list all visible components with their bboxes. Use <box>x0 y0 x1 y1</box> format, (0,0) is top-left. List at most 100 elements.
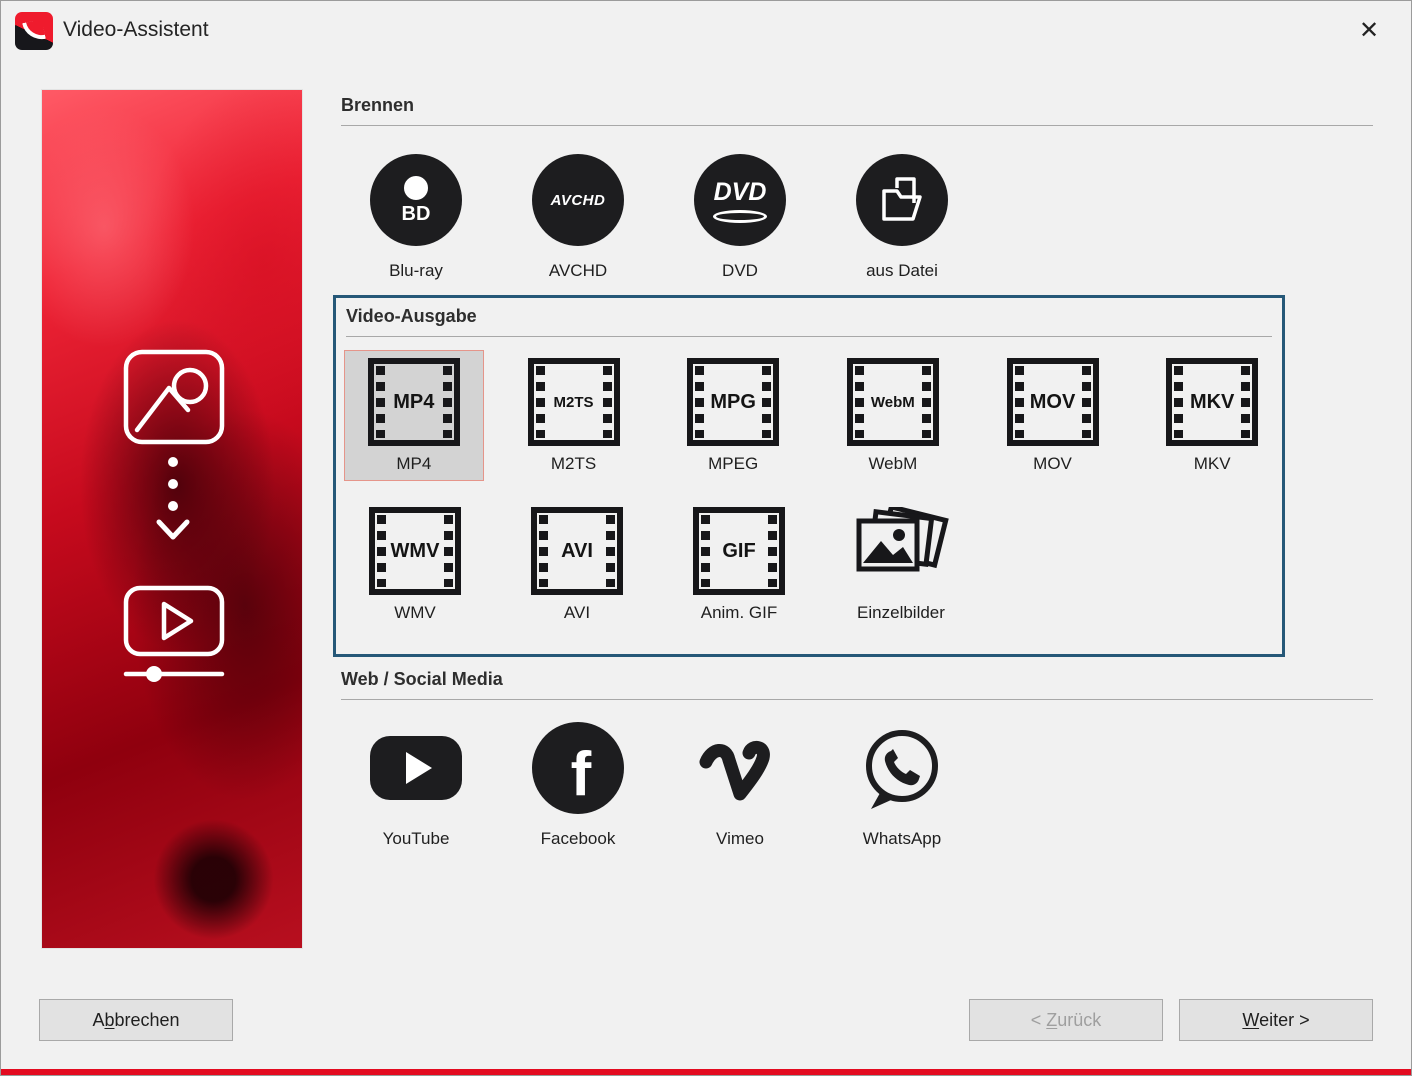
mkv-filmstrip-icon: MKV <box>1166 358 1259 446</box>
burn-item-bluray[interactable]: BD Blu-ray <box>345 154 487 281</box>
format-item-webm[interactable]: WebM WebM <box>823 350 963 481</box>
label-accesskey: W <box>1242 1009 1260 1030</box>
video-player-icon <box>123 585 225 677</box>
wmv-icon-text: WMV <box>390 539 440 562</box>
section-title-video-ausgabe: Video-Ausgabe <box>346 306 1272 337</box>
window-title: Video-Assistent <box>63 18 209 41</box>
images-to-video-pictogram <box>123 349 225 682</box>
social-item-label: WhatsApp <box>862 829 942 848</box>
playhead-dot-icon <box>146 666 162 682</box>
app-logo-icon <box>15 12 53 50</box>
back-label: < Zurück <box>1031 1010 1102 1031</box>
label-post: urück <box>1057 1009 1102 1030</box>
gif-filmstrip-icon: GIF <box>693 507 785 595</box>
facebook-circle: f <box>532 722 624 814</box>
back-button[interactable]: < Zurück <box>969 999 1163 1041</box>
next-button[interactable]: Weiter > <box>1179 999 1373 1041</box>
image-stack-icon <box>856 507 949 572</box>
avi-icon-text: AVI <box>561 539 593 562</box>
format-item-mkv[interactable]: MKV MKV <box>1142 350 1282 481</box>
format-label: WMV <box>394 603 436 622</box>
burn-item-avchd[interactable]: AVCHD AVCHD <box>507 154 649 281</box>
format-item-anim-gif[interactable]: GIF Anim. GIF <box>668 499 810 630</box>
whatsapp-bubble-glyph <box>866 730 938 809</box>
gif-icon-text: GIF <box>722 539 756 562</box>
whatsapp-icon <box>831 722 973 814</box>
facebook-f-glyph: f <box>570 739 592 809</box>
preview-flower-image <box>41 89 303 949</box>
from-file-icon <box>856 154 948 246</box>
label-pre: A <box>92 1009 105 1030</box>
avchd-disc-icon: AVCHD <box>532 154 624 246</box>
format-item-m2ts[interactable]: M2TS M2TS <box>504 350 644 481</box>
format-label: MKV <box>1193 454 1231 473</box>
mpg-icon-text: MPG <box>710 390 756 413</box>
play-triangle-icon <box>406 752 432 784</box>
video-format-row-1: MP4 MP4 M2TS M2TS MPG MPEG WebM WebM MOV… <box>344 350 1282 481</box>
web-social-options: YouTube f Facebook Vimeo WhatsApp <box>345 722 1373 849</box>
section-title-web-social: Web / Social Media <box>341 669 1373 700</box>
format-label: Einzelbilder <box>857 603 945 622</box>
arrow-chevron-icon <box>156 519 190 540</box>
format-item-mov[interactable]: MOV MOV <box>983 350 1123 481</box>
youtube-icon <box>345 722 487 814</box>
format-label: M2TS <box>550 454 597 473</box>
label-accesskey: Z <box>1046 1009 1058 1030</box>
burn-item-from-file[interactable]: aus Datei <box>831 154 973 281</box>
avi-filmstrip-icon: AVI <box>531 507 623 595</box>
video-assistant-dialog: Video-Assistent ✕ Brennen BD Blu-ray AVC… <box>0 0 1412 1076</box>
folder-file-glyph <box>882 177 922 221</box>
label-post: eiter > <box>1259 1009 1310 1030</box>
main-content: Brennen BD Blu-ray AVCHD AVCHD DVD DVD a… <box>333 89 1373 849</box>
format-label: MOV <box>1033 454 1072 473</box>
m2ts-filmstrip-icon: M2TS <box>527 358 620 446</box>
cancel-button[interactable]: Abbrechen <box>39 999 233 1041</box>
webm-filmstrip-icon: WebM <box>846 358 939 446</box>
disc-ring-icon <box>404 176 428 200</box>
cancel-label: Abbrechen <box>92 1010 179 1031</box>
format-label: MPEG <box>708 454 759 473</box>
format-item-mpeg[interactable]: MPG MPEG <box>663 350 803 481</box>
video-ausgabe-panel: Video-Ausgabe MP4 MP4 M2TS M2TS MPG MPEG… <box>333 295 1285 657</box>
label-pre: < <box>1030 1009 1047 1030</box>
burn-item-label: DVD <box>722 261 758 280</box>
social-item-facebook[interactable]: f Facebook <box>507 722 649 849</box>
mp4-icon-text: MP4 <box>393 390 435 413</box>
vimeo-icon <box>669 722 811 814</box>
social-item-label: YouTube <box>382 829 450 848</box>
logo-swoosh <box>22 19 46 43</box>
label-accesskey: b <box>104 1009 115 1030</box>
dotted-arrow-icon <box>168 457 178 511</box>
burn-item-dvd[interactable]: DVD DVD <box>669 154 811 281</box>
social-item-youtube[interactable]: YouTube <box>345 722 487 849</box>
m2ts-icon-text: M2TS <box>553 393 594 411</box>
dvd-icon-text: DVD <box>713 177 767 206</box>
social-item-vimeo[interactable]: Vimeo <box>669 722 811 849</box>
label-post: brechen <box>114 1009 180 1030</box>
avchd-icon-text: AVCHD <box>550 191 606 209</box>
wmv-filmstrip-icon: WMV <box>369 507 461 595</box>
section-title-brennen: Brennen <box>341 95 1373 126</box>
format-item-mp4[interactable]: MP4 MP4 <box>344 350 484 481</box>
format-item-avi[interactable]: AVI AVI <box>506 499 648 630</box>
next-label: Weiter > <box>1242 1010 1309 1031</box>
youtube-rect <box>370 736 462 800</box>
close-icon[interactable]: ✕ <box>1353 15 1385 47</box>
mkv-icon-text: MKV <box>1189 390 1235 413</box>
format-label: Anim. GIF <box>700 603 778 622</box>
mpg-filmstrip-icon: MPG <box>687 358 780 446</box>
format-label: AVI <box>563 603 591 622</box>
vimeo-v-glyph <box>699 740 770 801</box>
dvd-disc-icon: DVD <box>694 154 786 246</box>
mp4-filmstrip-icon: MP4 <box>367 358 460 446</box>
format-item-wmv[interactable]: WMV WMV <box>344 499 486 630</box>
social-item-whatsapp[interactable]: WhatsApp <box>831 722 973 849</box>
burn-item-label: Blu-ray <box>389 261 443 280</box>
video-format-row-2: WMV WMV AVI AVI GIF Anim. GIF Einzelbild… <box>344 499 1282 630</box>
dvd-disc-ellipse <box>713 209 767 223</box>
images-icon <box>123 349 225 445</box>
format-item-einzelbilder[interactable]: Einzelbilder <box>830 499 972 630</box>
bluray-disc-icon: BD <box>370 154 462 246</box>
facebook-icon: f <box>507 722 649 814</box>
window-accent-bar <box>1 1069 1411 1075</box>
